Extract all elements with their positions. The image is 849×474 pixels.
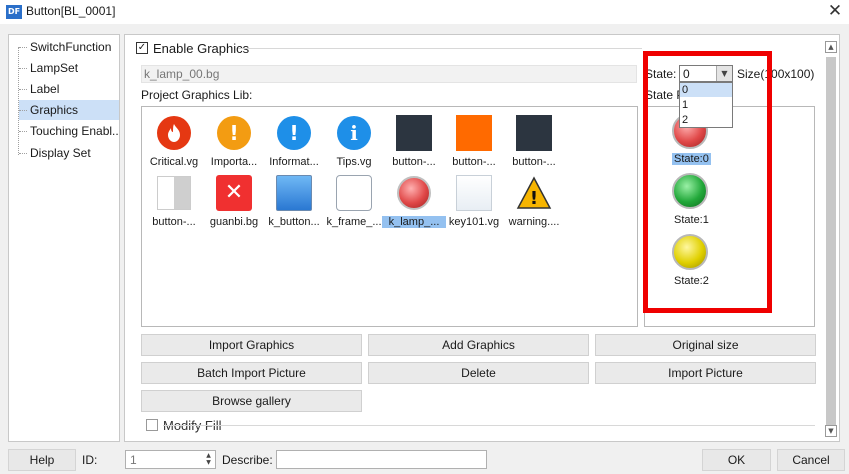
library-item[interactable]: key101.vg <box>444 175 504 231</box>
scroll-down-icon[interactable]: ▼ <box>825 425 837 437</box>
exclamation-icon: ! <box>216 115 252 151</box>
title-bar: DF Button[BL_0001] ✕ <box>0 0 849 24</box>
state-option-2[interactable]: 2 <box>680 113 732 127</box>
id-label: ID: <box>82 453 98 467</box>
tree-item-lampset[interactable]: LampSet <box>19 58 119 78</box>
library-item-selected[interactable]: k_lamp_... <box>382 175 446 231</box>
library-item[interactable]: button-... <box>384 115 444 171</box>
tree-item-display-set[interactable]: Display Set <box>19 143 119 163</box>
add-graphics-button[interactable]: Add Graphics <box>368 334 589 356</box>
dark-square-icon <box>516 115 552 151</box>
library-item-label: button-... <box>152 216 196 228</box>
orange-square-icon <box>456 115 492 151</box>
graphics-library: Critical.vg ! Importa... ! Informat... i… <box>141 106 638 327</box>
delete-button[interactable]: Delete <box>368 362 589 384</box>
library-item[interactable]: i Tips.vg <box>324 115 384 171</box>
library-item[interactable]: Critical.vg <box>144 115 204 171</box>
state-0-label[interactable]: State:0 <box>672 153 711 165</box>
library-item[interactable]: button-... <box>444 115 504 171</box>
state-select-value: 0 <box>683 67 690 81</box>
state-option-0[interactable]: 0 <box>680 83 732 97</box>
app-logo-icon: DF <box>6 5 22 19</box>
library-item-label: Tips.vg <box>336 156 372 168</box>
library-item[interactable]: ✕ guanbi.bg <box>204 175 264 231</box>
id-spinner[interactable]: 1 ▲ ▼ <box>125 450 216 469</box>
enable-graphics-checkbox[interactable]: ✓ <box>136 42 148 54</box>
settings-tree: SwitchFunction LampSet Label Graphics To… <box>8 34 120 442</box>
library-item-label: button-... <box>392 156 436 168</box>
state-dropdown-list: 0 1 2 <box>679 82 733 128</box>
state-select[interactable]: 0 ▼ <box>679 65 733 82</box>
library-item[interactable]: k_button... <box>264 175 324 231</box>
library-item[interactable]: k_frame_... <box>324 175 384 231</box>
library-item-label: guanbi.bg <box>209 216 259 228</box>
close-icon[interactable]: ✕ <box>827 2 843 20</box>
scrollbar-thumb[interactable] <box>826 57 836 433</box>
import-picture-button[interactable]: Import Picture <box>595 362 816 384</box>
flame-icon <box>156 115 192 151</box>
library-item-label: k_frame_... <box>326 216 382 228</box>
scroll-up-icon[interactable]: ▲ <box>825 41 837 53</box>
frame-icon <box>336 175 372 211</box>
library-item-label: key101.vg <box>448 216 500 228</box>
describe-label: Describe: <box>222 453 273 467</box>
state-2-label[interactable]: State:2 <box>672 275 711 287</box>
enable-graphics-label: Enable Graphics <box>153 41 250 56</box>
info-icon: i <box>336 115 372 151</box>
library-item[interactable]: button-... <box>504 115 564 171</box>
modify-fill-checkbox[interactable] <box>146 419 158 431</box>
state-preview-list: State:0 State:1 State:2 <box>644 106 815 327</box>
library-item-label: Informat... <box>269 156 319 168</box>
describe-input[interactable] <box>276 450 487 469</box>
red-lamp-icon <box>396 175 432 211</box>
state-label: State: <box>645 67 677 81</box>
ok-button[interactable]: OK <box>702 449 771 471</box>
tree-item-graphics[interactable]: Graphics <box>19 100 119 120</box>
batch-import-picture-button[interactable]: Batch Import Picture <box>141 362 362 384</box>
size-label: Size(100x100) <box>737 67 815 81</box>
tree-item-touching-enable[interactable]: Touching Enabl... <box>19 121 119 141</box>
import-graphics-button[interactable]: Import Graphics <box>141 334 362 356</box>
green-lamp-icon[interactable] <box>672 173 708 209</box>
project-graphics-lib-label: Project Graphics Lib: <box>141 88 253 102</box>
id-value: 1 <box>130 453 137 467</box>
close-square-icon: ✕ <box>216 175 252 211</box>
key-icon <box>456 175 492 211</box>
library-item-label: Importa... <box>210 156 258 168</box>
dark-square-icon <box>396 115 432 151</box>
library-item-label: Critical.vg <box>149 156 199 168</box>
group-divider <box>163 425 815 426</box>
window-title: Button[BL_0001] <box>26 4 116 18</box>
warning-triangle-icon: ! <box>516 175 552 211</box>
state-option-1[interactable]: 1 <box>680 98 732 112</box>
svg-text:!: ! <box>530 188 538 209</box>
graphic-path-field: k_lamp_00.bg <box>141 65 637 83</box>
chevron-down-icon[interactable]: ▼ <box>716 66 732 81</box>
original-size-button[interactable]: Original size <box>595 334 816 356</box>
browse-gallery-button[interactable]: Browse gallery <box>141 390 362 412</box>
library-item[interactable]: ! warning.... <box>504 175 564 231</box>
library-item-label: k_lamp_... <box>382 216 446 228</box>
state-1-label[interactable]: State:1 <box>672 214 711 226</box>
library-item-label: warning.... <box>508 216 560 228</box>
tree-item-switchfunction[interactable]: SwitchFunction <box>19 37 119 57</box>
help-button[interactable]: Help <box>8 449 76 471</box>
cancel-button[interactable]: Cancel <box>777 449 845 471</box>
vertical-scrollbar[interactable]: ▲ ▼ <box>825 41 837 437</box>
exclamation-icon: ! <box>276 115 312 151</box>
half-gray-square-icon <box>156 175 192 211</box>
library-item[interactable]: button-... <box>144 175 204 231</box>
library-item-label: k_button... <box>268 216 320 228</box>
library-item[interactable]: ! Importa... <box>204 115 264 171</box>
spinner-arrows-icon[interactable]: ▲ ▼ <box>204 452 213 467</box>
yellow-lamp-icon[interactable] <box>672 234 708 270</box>
library-item-label: button-... <box>452 156 496 168</box>
group-divider <box>238 48 642 49</box>
library-item[interactable]: ! Informat... <box>264 115 324 171</box>
tree-item-label[interactable]: Label <box>19 79 119 99</box>
library-item-label: button-... <box>512 156 556 168</box>
blue-gradient-square-icon <box>276 175 312 211</box>
